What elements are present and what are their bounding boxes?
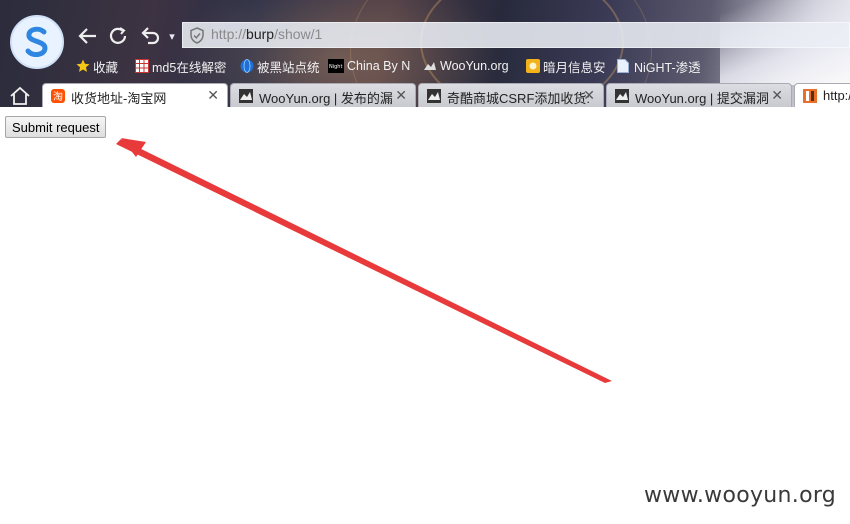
watermark-text: www.wooyun.org <box>644 483 837 508</box>
annotation-arrow <box>116 138 612 383</box>
